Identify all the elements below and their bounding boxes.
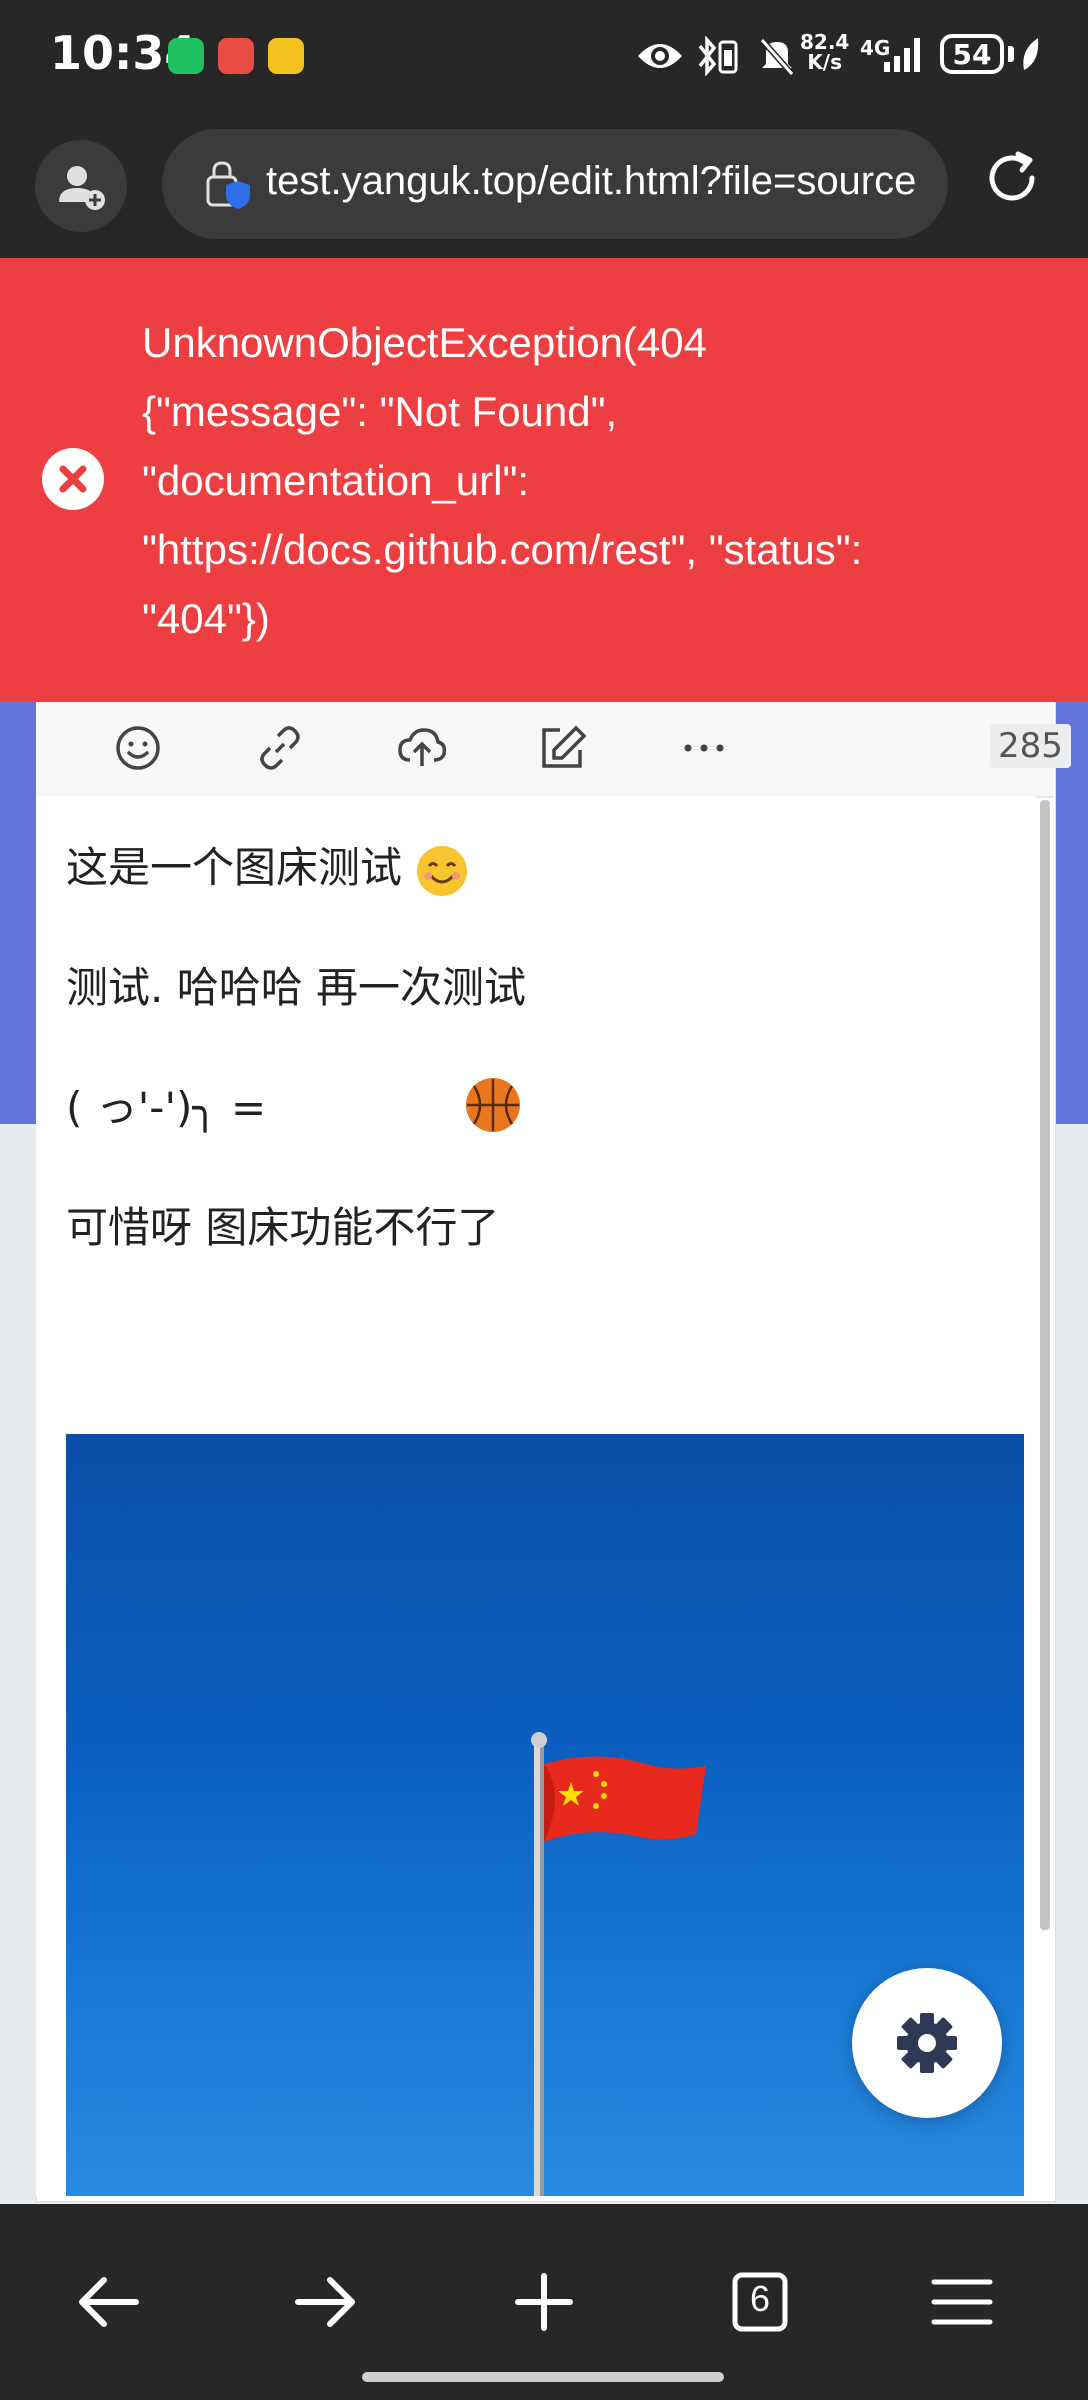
emoji-icon[interactable] [110,720,166,776]
error-notification: UnknownObjectException(404 {"message": "… [0,258,1088,702]
editor-toolbar: 285 [36,700,1071,798]
new-tab-icon[interactable] [494,2252,594,2352]
gear-icon [897,2013,957,2073]
mail-icon [268,38,304,74]
net-speed: 82.4 K/s [800,32,849,72]
signal-icon [884,38,920,72]
back-arrow-icon[interactable] [58,2252,158,2352]
tabs-button[interactable]: 6 [710,2252,810,2352]
editor-line: ( っ'-')╮ = [66,1083,267,1132]
profile-button[interactable] [35,140,127,232]
bottom-navigation: 6 [0,2204,1088,2400]
reload-icon[interactable] [984,148,1044,208]
error-close-icon[interactable] [42,448,104,510]
gesture-bar[interactable] [362,2372,724,2382]
editor-line: 可惜呀 图床功能不行了 [66,1203,500,1252]
status-bar: 10:34 82.4 K/s 4G 54 [0,0,1088,112]
net-speed-value: 82.4 [800,30,850,54]
battery-tip [1008,46,1014,62]
battery-icon: 54 [940,34,1004,74]
wechat-icon [168,38,204,74]
profile-icon [59,166,105,210]
link-icon[interactable] [252,720,308,776]
edit-icon[interactable] [534,720,590,776]
editor-scrollbar[interactable] [1040,800,1050,1930]
eye-icon [638,44,682,68]
site-info-icon[interactable] [202,157,254,213]
settings-button[interactable] [852,1968,1002,2118]
menu-icon[interactable] [912,2252,1012,2352]
more-icon[interactable] [676,720,732,776]
char-counter: 285 [990,724,1071,768]
editor-line: 这是一个图床测试 [66,834,468,896]
forward-arrow-icon[interactable] [276,2252,376,2352]
tab-count: 6 [749,2278,771,2319]
error-message: UnknownObjectException(404 {"message": "… [142,319,863,642]
mute-icon [759,38,795,76]
upload-icon[interactable] [394,720,450,776]
editor-line: 测试. 哈哈哈 再一次测试 [66,963,527,1012]
basketball-emoji-icon [466,1078,520,1132]
smile-emoji-icon [417,845,468,896]
url-text: test.yanguk.top/edit.html?file=source [266,159,917,203]
editor-line-text: 这是一个图床测试 [66,843,403,892]
leaf-icon [1023,38,1039,70]
browser-toolbar: test.yanguk.top/edit.html?file=source [0,112,1088,258]
url-bar[interactable]: test.yanguk.top/edit.html?file=source [162,129,948,239]
bluetooth-icon [698,36,738,76]
shop-icon [218,38,254,74]
net-speed-unit: K/s [807,50,843,74]
